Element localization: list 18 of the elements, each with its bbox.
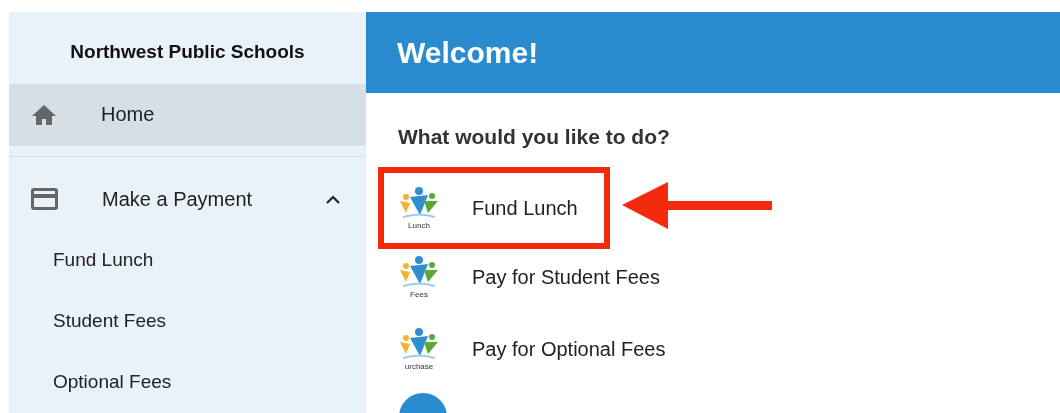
home-icon <box>31 103 57 126</box>
people-logo-icon <box>399 327 439 362</box>
nav-item[interactable]: Home <box>9 84 366 146</box>
nav-subitem[interactable]: Fund Lunch <box>53 249 154 272</box>
chevron-up-icon <box>326 194 340 204</box>
action-link[interactable]: urchase Pay for Optional Fees <box>380 313 696 385</box>
logo-caption: Lunch <box>408 220 430 230</box>
section-heading: What would you like to do? <box>398 125 670 148</box>
nav-subitem[interactable]: Student Fees <box>53 310 167 333</box>
people-logo-icon <box>399 255 439 290</box>
credit-card-icon <box>31 188 58 211</box>
nav-subitem[interactable]: Optional Fees <box>53 371 172 394</box>
logo-caption: urchase <box>404 361 434 371</box>
welcome-title: Welcome! <box>397 35 539 70</box>
nav-item[interactable]: Make a Payment <box>9 168 366 230</box>
people-logo-icon <box>399 186 439 221</box>
logo-caption: Fees <box>410 289 428 299</box>
school-name: Northwest Public Schools <box>70 41 305 62</box>
